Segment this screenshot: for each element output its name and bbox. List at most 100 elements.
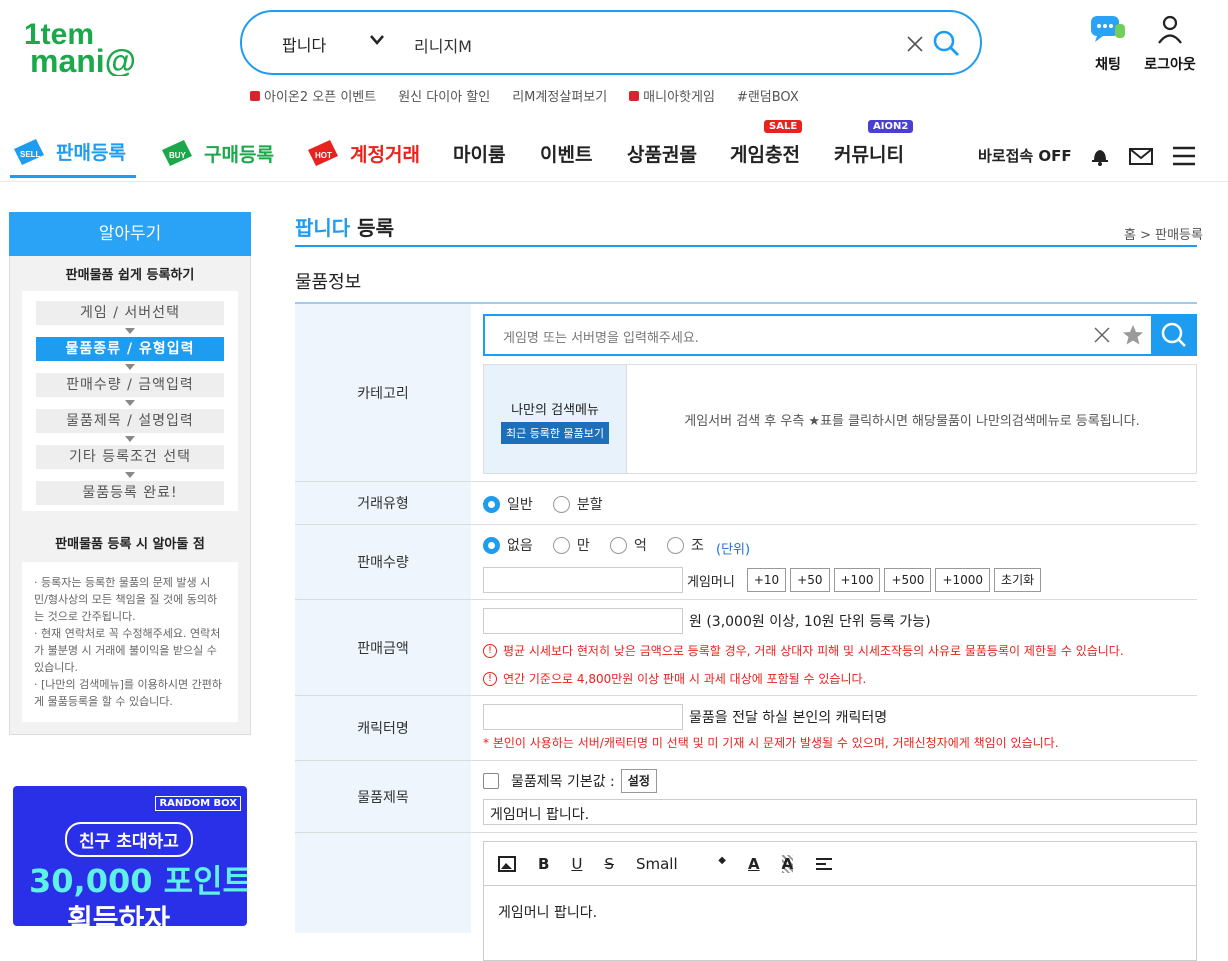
clear-icon[interactable] <box>1093 326 1111 344</box>
logout-button[interactable]: 로그아웃 <box>1140 14 1200 74</box>
step-item: 게임 / 서버선택 <box>36 301 224 325</box>
search-icon[interactable] <box>932 29 960 57</box>
reset-button[interactable]: 초기화 <box>994 568 1042 592</box>
label-character: 캐릭터명 <box>295 696 471 760</box>
hot-keywords: 아이온2 오픈 이벤트 원신 다이아 할인 리M계정살펴보기 매니아핫게임 #랜… <box>250 86 799 105</box>
tip-item: · [나만의 검색메뉴]를 이용하시면 간편하게 물품등록을 할 수 있습니다. <box>34 678 222 708</box>
tip-item: · 현재 연락처로 꼭 수정해주세요. 연락처가 불분명 시 거래에 불이익을 … <box>34 627 221 674</box>
logo-bottom: mani@ <box>30 43 136 76</box>
price-input[interactable] <box>483 608 683 634</box>
radio-normal[interactable]: 일반 <box>483 494 533 514</box>
underline-icon[interactable]: U <box>571 855 582 873</box>
unit-note: (단위) <box>716 542 751 558</box>
label-title: 물품제목 <box>295 761 471 832</box>
search-type-select[interactable]: 팝니다 <box>282 32 326 56</box>
nav-account-trade[interactable]: HOT 계정거래 <box>304 128 420 178</box>
my-menu-desc: 게임서버 검색 후 우측 ★표를 클릭하시면 해당물품이 나만의검색메뉴로 등록… <box>684 413 1140 429</box>
bell-icon[interactable] <box>1090 146 1110 166</box>
star-icon[interactable] <box>1121 323 1145 347</box>
keyword-link[interactable]: 리M계정살펴보기 <box>512 86 607 105</box>
tips-title: 판매물품 등록 시 알아둘 점 <box>55 537 205 552</box>
keyword-link[interactable]: 원신 다이아 할인 <box>398 86 490 105</box>
step-item: 판매수량 / 금액입력 <box>36 373 224 397</box>
step-list: 게임 / 서버선택 물품종류 / 유형입력 판매수량 / 금액입력 물품제목 /… <box>22 291 238 511</box>
nav-buy[interactable]: BUY 구매등록 <box>158 128 274 178</box>
description-editor[interactable]: B U S Small ◆ A A 게임머니 팝니다. <box>483 841 1197 961</box>
label-quantity: 판매수량 <box>295 525 471 599</box>
clear-icon[interactable] <box>906 35 924 53</box>
editor-body[interactable]: 게임머니 팝니다. <box>484 886 1196 938</box>
add-50-button[interactable]: +50 <box>790 568 830 592</box>
keyword-link[interactable]: 아이온2 오픈 이벤트 <box>250 86 376 105</box>
section-title: 물품정보 <box>295 272 362 293</box>
hot-tag-icon: HOT <box>308 140 338 166</box>
sidebar-box: 판매물품 쉽게 등록하기 게임 / 서버선택 물품종류 / 유형입력 판매수량 … <box>9 256 251 735</box>
radio-unit-jo[interactable]: 조 <box>666 535 704 555</box>
price-unit: 원 (3,000원 이상, 10원 단위 등록 가능) <box>689 614 931 630</box>
add-10-button[interactable]: +10 <box>746 568 787 592</box>
font-size-select[interactable]: Small ◆ <box>636 855 726 873</box>
menu-icon[interactable] <box>1172 146 1196 166</box>
row-title: 물품제목 물품제목 기본값 : 설정 게임머니 팝니다. <box>295 761 1197 833</box>
nav-sell[interactable]: SELL 판매등록 <box>10 128 136 178</box>
category-search-input[interactable]: 게임명 또는 서버명을 입력해주세요. <box>503 327 699 346</box>
title-divider <box>295 245 1197 247</box>
event-badge-icon <box>629 90 640 101</box>
aion2-badge: AION2 <box>868 120 914 133</box>
logo[interactable]: 1tem mani@ <box>24 18 184 79</box>
radio-split[interactable]: 분할 <box>552 494 603 514</box>
tip-item: · 등록자는 등록한 물품의 문제 발생 시 민/형사상의 모든 책임을 질 것… <box>34 576 218 623</box>
row-trade-type: 거래유형 일반 분할 <box>295 482 1197 525</box>
trade-type-options: 일반 분할 <box>483 494 619 517</box>
search-input[interactable]: 리니지M <box>414 33 472 57</box>
chevron-down-icon[interactable] <box>370 34 384 46</box>
radio-unit-none[interactable]: 없음 <box>483 535 533 555</box>
add-100-button[interactable]: +100 <box>833 568 881 592</box>
set-default-button[interactable]: 설정 <box>620 769 657 793</box>
step-item: 물품등록 완료! <box>36 481 224 505</box>
nav-event[interactable]: 이벤트 <box>540 128 592 178</box>
mail-icon[interactable] <box>1128 146 1154 166</box>
default-title-checkbox[interactable] <box>483 773 499 789</box>
text-color-icon[interactable]: A <box>748 855 760 873</box>
category-search-button[interactable] <box>1151 314 1197 356</box>
global-search[interactable]: 팝니다 리니지M <box>240 10 982 75</box>
strike-icon[interactable]: S <box>604 855 614 873</box>
bold-icon[interactable]: B <box>538 855 549 873</box>
category-search[interactable]: 게임명 또는 서버명을 입력해주세요. <box>483 314 1197 356</box>
price-warning-1: ! 평균 시세보다 현저히 낮은 금액으로 등록할 경우, 거래 상대자 피해 및… <box>483 642 1124 659</box>
character-input[interactable] <box>483 704 683 730</box>
svg-text:BUY: BUY <box>169 151 187 160</box>
quick-access-toggle[interactable]: 바로접속 OFF <box>978 145 1072 166</box>
search-icon <box>1161 322 1186 347</box>
align-icon[interactable] <box>815 857 833 871</box>
nav-community[interactable]: 커뮤니티 <box>834 128 904 178</box>
recent-items-button[interactable]: 최근 등록한 물품보기 <box>500 422 610 444</box>
tips-list: · 등록자는 등록한 물품의 문제 발생 시 민/형사상의 모든 책임을 질 것… <box>22 562 238 722</box>
chat-button[interactable]: 채팅 <box>1088 14 1128 74</box>
item-form: 카테고리 게임명 또는 서버명을 입력해주세요. 나만의 검색메뉴 최근 등록한… <box>295 302 1197 961</box>
character-controls: 물품을 전달 하실 본인의 캐릭터명 <box>483 704 887 730</box>
nav-myroom[interactable]: 마이룸 <box>453 128 505 178</box>
banner-line3: 획득하자 <box>67 903 171 926</box>
quantity-input[interactable] <box>483 567 683 593</box>
nav-gift-mall[interactable]: 상품권몰 <box>627 128 697 178</box>
keyword-link[interactable]: #랜덤BOX <box>737 86 799 105</box>
event-badge-icon <box>250 90 260 101</box>
nav-game-charge[interactable]: 게임충전 <box>730 128 800 178</box>
radio-unit-eok[interactable]: 억 <box>609 535 647 555</box>
keyword-link[interactable]: 매니아핫게임 <box>629 86 715 105</box>
image-icon[interactable] <box>498 855 516 872</box>
title-input[interactable]: 게임머니 팝니다. <box>483 799 1197 825</box>
banner-line1: 친구 초대하고 <box>65 822 193 857</box>
random-box-banner[interactable]: RANDOM BOX 친구 초대하고 30,000 포인트 획득하자 <box>13 786 247 926</box>
bg-color-icon[interactable]: A <box>781 854 794 873</box>
step-item: 물품제목 / 설명입력 <box>36 409 224 433</box>
buy-tag-icon: BUY <box>162 140 192 166</box>
svg-text:HOT: HOT <box>315 151 332 160</box>
character-warning: * 본인이 사용하는 서버/캐릭터명 미 선택 및 미 기재 시 문제가 발생될… <box>483 736 1059 750</box>
add-500-button[interactable]: +500 <box>884 568 932 592</box>
radio-unit-man[interactable]: 만 <box>552 535 590 555</box>
unit-options: 없음 만 억 조 (단위) <box>483 535 750 558</box>
add-1000-button[interactable]: +1000 <box>935 568 991 592</box>
